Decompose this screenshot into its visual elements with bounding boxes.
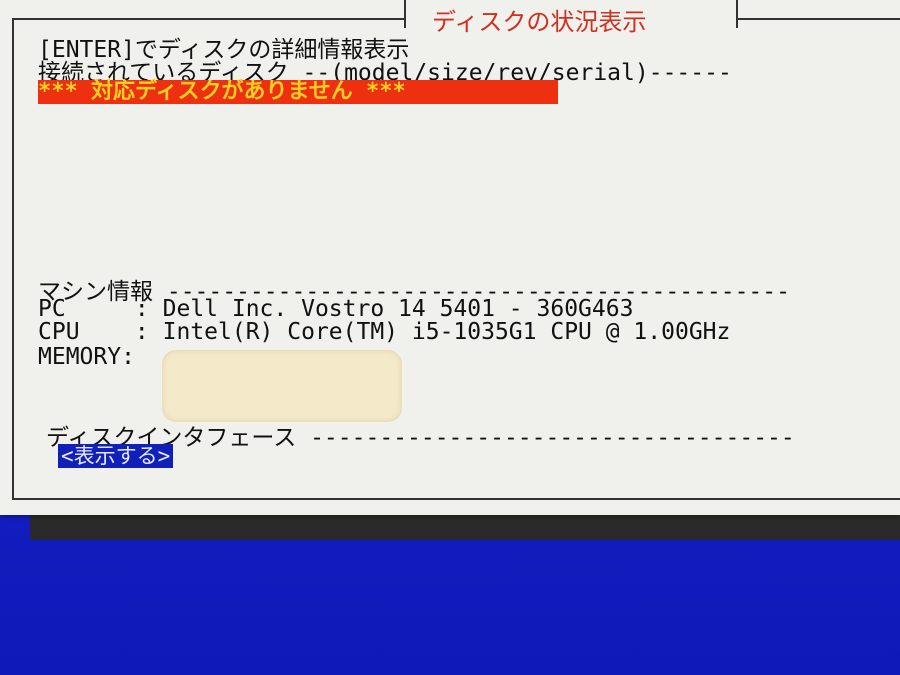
no-disk-warning: *** 対応ディスクがありません *** <box>38 80 558 104</box>
cpu-row: CPU : Intel(R) Core(TM) i5-1035G1 CPU @ … <box>38 319 730 345</box>
cpu-value: Intel(R) Core(TM) i5-1035G1 CPU @ 1.00GH… <box>148 319 731 345</box>
show-interface-button[interactable]: <表示する> <box>58 444 174 468</box>
redaction-sticker <box>162 350 402 422</box>
memory-row: MEMORY: <box>38 344 135 370</box>
disk-status-dialog: ディスクの状況表示 [ENTER]でディスクの詳細情報表示 接続されているディス… <box>0 0 900 515</box>
dialog-title: ディスクの状況表示 <box>432 8 647 36</box>
memory-label: MEMORY: <box>38 344 135 370</box>
cpu-label: CPU : <box>38 319 149 345</box>
